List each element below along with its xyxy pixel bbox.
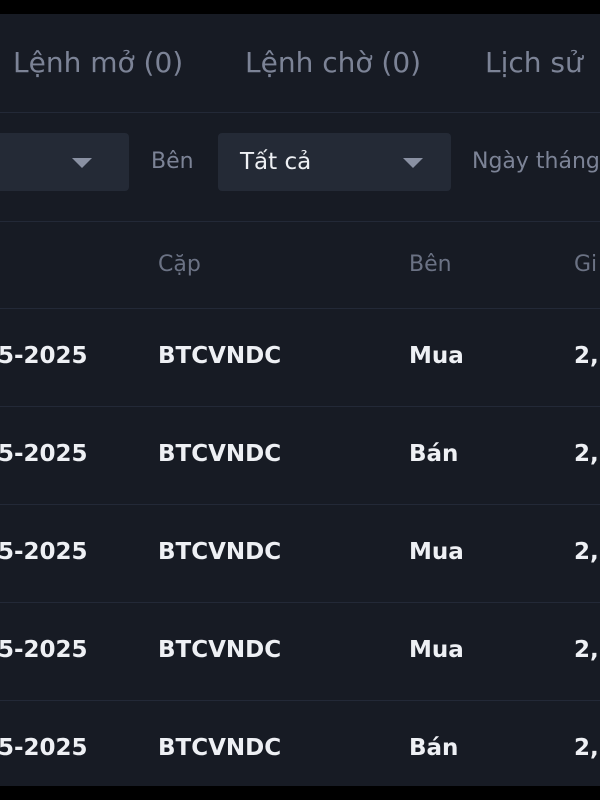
cell-price: 2,( [574,539,600,565]
table-row: 5-2025 BTCVNDC Bán 2,( [0,701,600,786]
table-row: 5-2025 BTCVNDC Mua 2,( [0,603,600,701]
cell-pair: BTCVNDC [158,735,282,761]
cell-side: Bán [409,735,459,761]
side-filter-label: Bên [151,149,194,174]
cell-date: 5-2025 [0,539,88,565]
bottom-border [0,786,600,800]
column-header-price: Gi [574,252,598,277]
tab-bar: Lệnh mở (0) Lệnh chờ (0) Lịch sử [0,14,600,113]
table-header: Cặp Bên Gi [0,222,600,309]
top-border [0,0,600,14]
cell-pair: BTCVNDC [158,441,282,467]
cell-pair: BTCVNDC [158,343,282,369]
chevron-down-icon [403,158,423,168]
side-select-value: Tất cả [240,149,312,175]
chevron-down-icon [72,158,92,168]
cell-pair: BTCVNDC [158,539,282,565]
cell-date: 5-2025 [0,637,88,663]
side-select[interactable]: Tất cả [218,133,451,191]
date-filter-label: Ngày tháng [472,149,600,174]
table-row: 5-2025 BTCVNDC Mua 2, [0,309,600,407]
cell-price: 2, [574,343,599,369]
cell-price: 2,( [574,637,600,663]
tab-history[interactable]: Lịch sử [485,45,583,81]
cell-date: 5-2025 [0,343,88,369]
cell-side: Mua [409,539,464,565]
tab-pending-orders[interactable]: Lệnh chờ (0) [245,45,421,81]
cell-side: Mua [409,637,464,663]
cell-date: 5-2025 [0,441,88,467]
column-header-pair: Cặp [158,252,201,277]
cell-price: 2, [574,441,599,467]
cell-side: Bán [409,441,459,467]
table-row: 5-2025 BTCVNDC Mua 2,( [0,505,600,603]
pair-select[interactable] [0,133,129,191]
table-row: 5-2025 BTCVNDC Bán 2, [0,407,600,505]
cell-side: Mua [409,343,464,369]
tab-open-orders[interactable]: Lệnh mở (0) [13,45,183,81]
cell-pair: BTCVNDC [158,637,282,663]
cell-price: 2,( [574,735,600,761]
cell-date: 5-2025 [0,735,88,761]
filter-bar: Bên Tất cả Ngày tháng [0,113,600,222]
order-history-panel: Lệnh mở (0) Lệnh chờ (0) Lịch sử Bên Tất… [0,14,600,786]
column-header-side: Bên [409,252,452,277]
